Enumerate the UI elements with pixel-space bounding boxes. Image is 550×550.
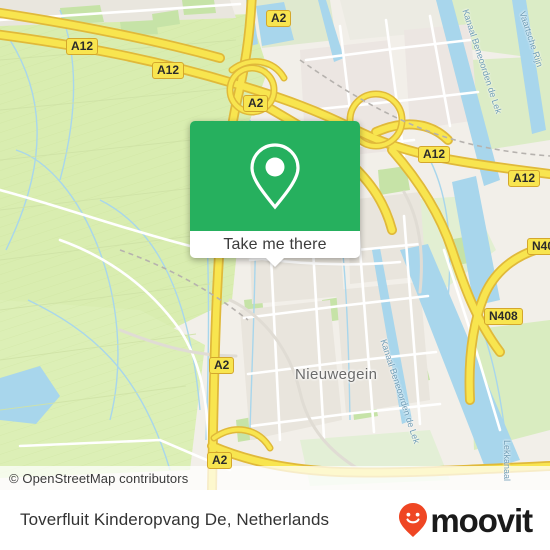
road-shield-a2: A2	[266, 10, 292, 27]
road-shield-a12: A12	[152, 62, 185, 79]
map-pin-icon	[250, 143, 300, 210]
popup-footer[interactable]: Take me there	[190, 231, 360, 267]
take-me-there-button[interactable]: Take me there	[223, 236, 326, 254]
popup-header	[190, 121, 360, 231]
moovit-pin-icon	[399, 503, 428, 537]
page-footer: Toverfluit Kinderopvang De, Netherlands …	[0, 490, 550, 550]
moovit-logo[interactable]: moovit	[398, 501, 533, 539]
road-shield-a2: A2	[209, 357, 235, 374]
attribution-text: © OpenStreetMap contributors	[9, 470, 189, 486]
popup-tail	[266, 258, 284, 267]
road-shield-a12: A12	[508, 170, 541, 187]
city-label: Nieuwegein	[295, 366, 378, 383]
road-shield-n408: N408	[527, 238, 550, 255]
road-shield-a2: A2	[243, 95, 269, 112]
map-page: A12A12A2A2A12A12N408N408A2A2NieuwegeinKa…	[0, 0, 550, 550]
place-title: Toverfluit Kinderopvang De, Netherlands	[20, 510, 330, 529]
location-popup[interactable]: Take me there	[190, 121, 360, 267]
moovit-wordmark: moovit	[430, 501, 533, 539]
road-shield-a12: A12	[418, 146, 451, 163]
road-shield-a2: A2	[207, 452, 233, 469]
map-attribution[interactable]: © OpenStreetMap contributors	[0, 466, 550, 490]
road-shield-a12: A12	[66, 38, 99, 55]
water-label: Lekkanaal	[502, 440, 512, 482]
road-shield-n408: N408	[484, 308, 523, 325]
